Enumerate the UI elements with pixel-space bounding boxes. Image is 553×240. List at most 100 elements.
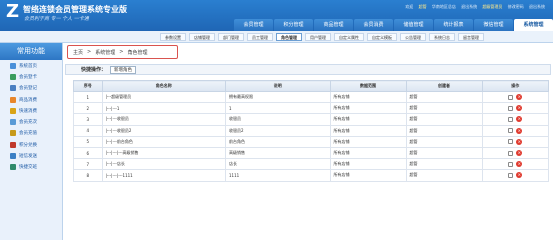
delete-icon[interactable]: × bbox=[516, 150, 523, 157]
card-icon bbox=[10, 119, 16, 126]
user-icon bbox=[10, 85, 16, 92]
delete-icon[interactable]: × bbox=[516, 116, 523, 123]
actions-cell: × bbox=[481, 124, 549, 137]
subnav-item[interactable]: 员工管理 bbox=[247, 33, 273, 41]
breadcrumb-item[interactable]: 系统管理 bbox=[95, 49, 115, 56]
sidebar-item[interactable]: 会员充值 bbox=[0, 128, 62, 139]
data-scope: 所有店铺 bbox=[329, 102, 407, 115]
role-name: |---|---|---1111 bbox=[101, 169, 226, 182]
row-number: 3 bbox=[73, 113, 103, 126]
table-row: 5 |---|---前台角色 前台角色 所有店铺 超管 × bbox=[73, 135, 549, 148]
sidebar-item[interactable]: 系统首页 bbox=[0, 60, 62, 71]
data-scope: 所有店铺 bbox=[329, 124, 407, 137]
subnav-item[interactable]: 自定义模板 bbox=[367, 33, 397, 41]
edit-checkbox-icon[interactable] bbox=[508, 161, 514, 167]
nav-item[interactable]: 统计报表 bbox=[434, 19, 473, 31]
store-name: 华南地区总店 bbox=[431, 4, 456, 9]
role-name: |---|---收银员 bbox=[101, 113, 226, 126]
creator: 超管 bbox=[405, 113, 483, 126]
table-header: 说明 bbox=[225, 80, 331, 92]
nav-item[interactable]: 会员管理 bbox=[234, 19, 273, 31]
sidebar-item-label: 快捷交班 bbox=[19, 165, 37, 171]
table-row: 7 |---|---店长 店长 所有店铺 超管 × bbox=[73, 158, 549, 171]
actions: × bbox=[483, 116, 549, 123]
breadcrumb-separator: > bbox=[87, 49, 92, 55]
role-description: 收银员 bbox=[225, 113, 331, 126]
edit-checkbox-icon[interactable] bbox=[508, 116, 514, 122]
subnav-item[interactable]: 店铺管理 bbox=[189, 33, 215, 41]
edit-checkbox-icon[interactable] bbox=[508, 128, 514, 134]
delete-icon[interactable]: × bbox=[516, 138, 523, 145]
sidebar-item-label: 会员充值 bbox=[19, 131, 37, 137]
delete-icon[interactable]: × bbox=[516, 172, 523, 179]
delete-icon[interactable]: × bbox=[516, 105, 523, 112]
data-scope: 所有店铺 bbox=[329, 146, 407, 160]
sidebar-item[interactable]: 会员登记 bbox=[0, 83, 62, 94]
cart-icon bbox=[10, 96, 16, 103]
gift-icon bbox=[10, 141, 16, 148]
subnav-item[interactable]: 自定义属性 bbox=[334, 33, 364, 41]
add-role-button[interactable]: 新增角色 bbox=[110, 65, 137, 74]
sidebar-item[interactable]: 快捷交班 bbox=[0, 162, 62, 173]
role-description: 店长 bbox=[225, 158, 331, 171]
sidebar-item[interactable]: 商品消费 bbox=[0, 94, 62, 105]
role-label: 超级管理员 bbox=[482, 4, 503, 9]
subnav-item[interactable]: 留言管理 bbox=[458, 33, 484, 41]
subnav-item[interactable]: 系统日志 bbox=[429, 33, 455, 41]
edit-checkbox-icon[interactable] bbox=[508, 172, 514, 178]
sidebar-item-label: 积分兑换 bbox=[19, 142, 37, 148]
actions: × bbox=[483, 161, 549, 168]
sidebar-item[interactable]: 会员充次 bbox=[0, 116, 62, 127]
subnav-item[interactable]: 公告管理 bbox=[400, 33, 426, 41]
delete-icon[interactable]: × bbox=[516, 161, 523, 168]
edit-checkbox-icon[interactable] bbox=[508, 139, 514, 145]
home-icon bbox=[10, 62, 16, 69]
subnav-item[interactable]: 角色管理 bbox=[276, 33, 302, 41]
data-scope: 所有店铺 bbox=[329, 135, 407, 148]
delete-icon[interactable]: × bbox=[516, 127, 523, 134]
sub-nav: 参数设置 店铺管理 部门管理 员工管理 角色管理 用户管理 自定义属性 自定义模板 公告管理 系统… bbox=[0, 31, 553, 43]
sidebar-item[interactable]: 积分兑换 bbox=[0, 139, 62, 150]
edit-checkbox-icon[interactable] bbox=[508, 94, 514, 100]
sidebar-title: 常用功能 bbox=[0, 43, 62, 60]
role-name: |---|---|---高级销售 bbox=[101, 146, 226, 160]
table-row: 3 |---|---收银员 收银员 所有店铺 超管 × bbox=[73, 113, 549, 126]
breadcrumb-item[interactable]: 角色管理 bbox=[127, 49, 147, 56]
logo-icon: Z bbox=[6, 1, 20, 22]
table-header: 创建者 bbox=[405, 80, 483, 92]
quick-actions-bar: 快捷操作： 新增角色 bbox=[65, 64, 551, 75]
sidebar-item[interactable]: 会员登卡 bbox=[0, 71, 62, 82]
change-password-link[interactable]: 修改密码 bbox=[508, 4, 524, 9]
role-name: |---|---前台角色 bbox=[101, 135, 226, 148]
logout-link[interactable]: 退出系统 bbox=[461, 4, 477, 9]
delete-icon[interactable]: × bbox=[516, 94, 523, 101]
nav-item[interactable]: 会员消费 bbox=[354, 19, 393, 31]
table-row: 8 |---|---|---1111 1111 所有店铺 超管 × bbox=[73, 169, 549, 182]
role-name: |---|---店长 bbox=[101, 158, 226, 171]
exit-link[interactable]: 退出系统 bbox=[529, 4, 545, 9]
data-scope: 所有店铺 bbox=[329, 158, 407, 171]
nav-item[interactable]: 储值管理 bbox=[394, 19, 433, 31]
username: 超管 bbox=[418, 4, 427, 9]
edit-checkbox-icon[interactable] bbox=[508, 105, 514, 111]
subnav-item[interactable]: 用户管理 bbox=[305, 33, 331, 41]
subnav-item[interactable]: 参数设置 bbox=[160, 33, 186, 41]
nav-item[interactable]: 系统管理 bbox=[514, 19, 553, 31]
role-description: 收银员2 bbox=[225, 124, 331, 137]
app-header: Z 智络连锁会员管理系统专业版 会员利于商 专一 个人 一卡通 欢迎 超管 华南… bbox=[0, 0, 553, 31]
nav-item[interactable]: 积分管理 bbox=[274, 19, 313, 31]
subnav-item[interactable]: 部门管理 bbox=[218, 33, 244, 41]
actions-cell: × bbox=[481, 102, 549, 115]
actions-cell: × bbox=[481, 90, 549, 104]
user-add-icon bbox=[10, 73, 16, 80]
edit-checkbox-icon[interactable] bbox=[508, 150, 514, 156]
top-user-info: 欢迎 超管 华南地区总店 退出系统 超级管理员 修改密码 退出系统 bbox=[401, 4, 545, 10]
sidebar-item[interactable]: 短信发送 bbox=[0, 150, 62, 161]
nav-item[interactable]: 商品管理 bbox=[314, 19, 353, 31]
actions-cell: × bbox=[481, 135, 549, 148]
nav-item[interactable]: 微信管理 bbox=[474, 19, 513, 31]
sidebar-item-label: 短信发送 bbox=[19, 154, 37, 160]
breadcrumb-item[interactable]: 主页 bbox=[73, 49, 83, 56]
row-number: 6 bbox=[73, 146, 103, 160]
sidebar-item[interactable]: 快速消费 bbox=[0, 105, 62, 116]
